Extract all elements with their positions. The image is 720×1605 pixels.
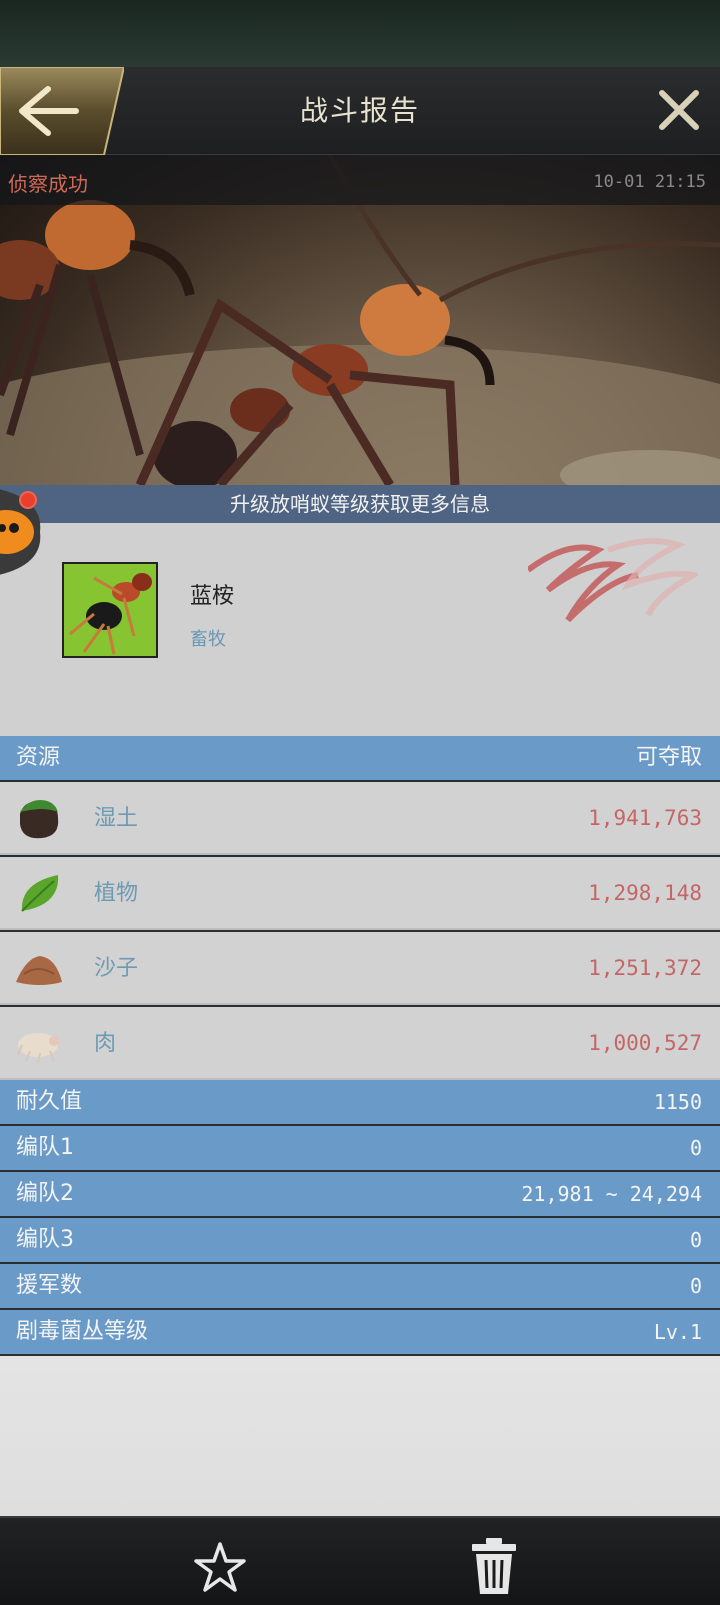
target-type: 畜牧 <box>190 629 226 650</box>
meat-icon <box>17 1033 59 1064</box>
stat-label: 编队2 <box>16 1181 74 1206</box>
resources-header: 资源 可夺取 <box>0 736 720 780</box>
close-icon <box>659 90 699 130</box>
stat-row-squad-1: 编队1 0 <box>0 1126 720 1170</box>
sand-icon <box>16 956 62 985</box>
game-background-strip <box>0 0 720 67</box>
resource-amount: 1,941,763 <box>588 806 702 830</box>
resource-amount: 1,298,148 <box>588 881 702 905</box>
scout-status: 侦察成功 <box>8 172 88 196</box>
report-header: 战斗报告 <box>0 66 720 156</box>
resource-row: 肉 1,000,527 <box>0 1007 720 1080</box>
delete-button[interactable] <box>470 1536 518 1596</box>
target-avatar[interactable] <box>62 562 158 658</box>
target-name: 蓝桉 <box>190 584 235 609</box>
stat-value: 21,981 ~ 24,294 <box>521 1182 702 1206</box>
stat-row-reinforcements: 援军数 0 <box>0 1264 720 1308</box>
report-timestamp: 10-01 21:15 <box>593 172 706 192</box>
ant-portrait-icon <box>64 564 156 656</box>
bottom-toolbar <box>0 1516 720 1605</box>
leaf-icon <box>21 875 59 912</box>
stat-value: 1150 <box>653 1090 702 1114</box>
resource-name: 湿土 <box>94 806 139 831</box>
upgrade-hint-banner: 升级放哨蚁等级获取更多信息 <box>0 485 720 523</box>
stat-row-squad-2: 编队2 21,981 ~ 24,294 <box>0 1172 720 1216</box>
stat-row-fungus-level: 剧毒菌丛等级 Lv.1 <box>0 1310 720 1354</box>
resource-name: 肉 <box>94 1031 117 1056</box>
resource-name: 植物 <box>94 881 139 906</box>
stat-label: 剧毒菌丛等级 <box>16 1319 149 1344</box>
soil-icon <box>20 800 59 839</box>
stat-value: 0 <box>689 1136 702 1160</box>
resource-amount: 1,000,527 <box>588 1031 702 1055</box>
trash-icon <box>472 1538 516 1594</box>
notification-dot <box>19 491 37 509</box>
star-icon <box>194 1542 246 1592</box>
resource-row: 湿土 1,941,763 <box>0 782 720 855</box>
favorite-button[interactable] <box>192 1540 248 1596</box>
stat-value: Lv.1 <box>653 1320 702 1344</box>
stat-row-squad-3: 编队3 0 <box>0 1218 720 1262</box>
stat-label: 编队3 <box>16 1227 74 1252</box>
resource-name: 沙子 <box>94 956 139 981</box>
resource-row: 沙子 1,251,372 <box>0 932 720 1005</box>
lootable-label: 可夺取 <box>635 745 702 770</box>
stat-value: 0 <box>689 1228 702 1252</box>
stat-value: 0 <box>689 1274 702 1298</box>
resource-amount: 1,251,372 <box>588 956 702 980</box>
close-button[interactable] <box>656 87 702 133</box>
resource-row: 植物 1,298,148 <box>0 857 720 930</box>
stat-label: 编队1 <box>16 1135 74 1160</box>
page-title: 战斗报告 <box>299 94 420 127</box>
stat-label: 援军数 <box>16 1273 83 1298</box>
resources-label: 资源 <box>16 745 61 770</box>
report-footer-space <box>0 1356 720 1516</box>
alliance-flag-icon <box>526 530 702 640</box>
stat-row-durability: 耐久值 1150 <box>0 1080 720 1124</box>
stat-label: 耐久值 <box>16 1089 83 1114</box>
